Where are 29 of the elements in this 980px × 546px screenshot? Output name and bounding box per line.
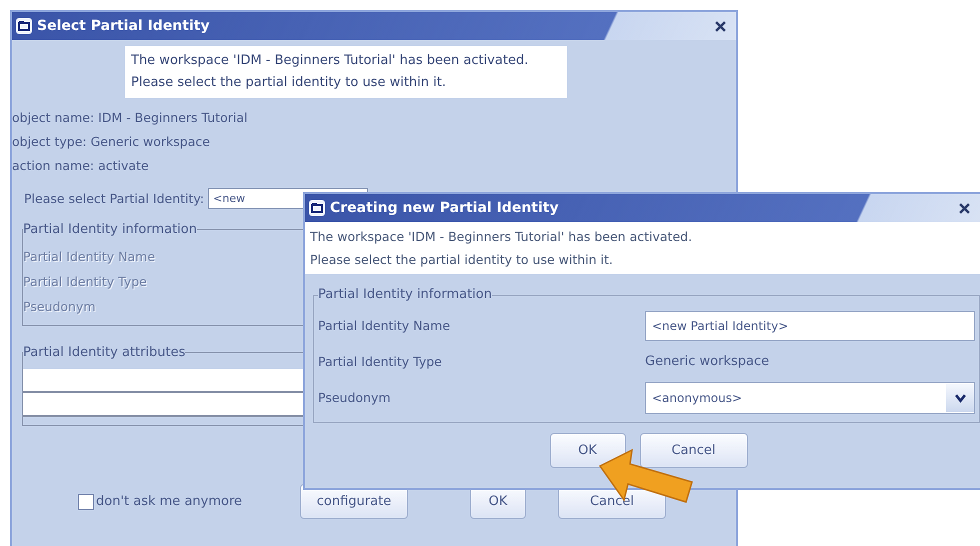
field-label: Pseudonym	[318, 389, 392, 407]
message-text: Please select the partial identity to use within it.	[310, 251, 614, 269]
close-button[interactable]	[957, 200, 972, 216]
pseudonym-select[interactable]: <anonymous>	[645, 382, 975, 414]
window-icon	[15, 17, 33, 35]
dialog-button[interactable]: OK	[550, 433, 626, 468]
window-title: Select Partial Identity	[37, 18, 210, 34]
checkbox-label: don't ask me anymore	[96, 494, 242, 509]
name-input[interactable]: <new Partial Identity>	[645, 311, 975, 341]
detail-text: object name: IDM - Beginners Tutorial	[12, 109, 248, 127]
group-title: Partial Identity attributes	[23, 344, 186, 362]
chevron-down-icon	[954, 394, 966, 402]
dialog-button[interactable]: Cancel	[640, 433, 748, 468]
detail-text: action name: activate	[12, 157, 150, 175]
detail-text: object type: Generic workspace	[12, 133, 211, 151]
checkbox[interactable]	[78, 494, 94, 510]
message-text: Please select the partial identity to use within it.	[131, 74, 447, 92]
message-text: The workspace 'IDM - Beginners Tutorial' has been activated.	[131, 52, 530, 70]
field-label: Pseudonym	[23, 298, 97, 316]
select-label: Please select Partial Identity:	[24, 191, 204, 206]
close-button[interactable]	[713, 18, 728, 34]
field-label: Partial Identity Name	[318, 317, 452, 335]
field-label: Partial Identity Type	[23, 273, 148, 291]
group-title: Partial Identity information	[23, 221, 197, 239]
field-value: Generic workspace	[645, 353, 770, 371]
message-text: The workspace 'IDM - Beginners Tutorial' has been activated.	[310, 228, 694, 246]
field-label: Partial Identity Type	[318, 353, 443, 371]
group-title: Partial Identity information	[318, 286, 492, 304]
window-icon	[308, 199, 326, 217]
